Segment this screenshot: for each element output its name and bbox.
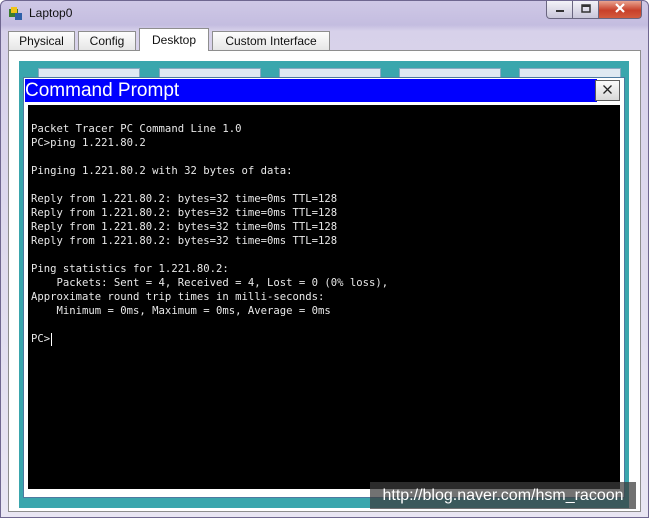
terminal-line: Reply from 1.221.80.2: bytes=32 time=0ms… (31, 221, 338, 233)
command-input-line[interactable]: PC> (31, 332, 388, 346)
blog-watermark: http://blog.naver.com/hsm_racoon (370, 482, 636, 509)
terminal-line: Pinging 1.221.80.2 with 32 bytes of data… (31, 165, 293, 177)
close-icon (602, 82, 613, 100)
terminal-line: Reply from 1.221.80.2: bytes=32 time=0ms… (31, 193, 338, 205)
terminal-line: Approximate round trip times in milli-se… (31, 291, 325, 303)
tab-physical[interactable]: Physical (8, 31, 75, 50)
close-icon (614, 1, 626, 19)
terminal-line: Minimum = 0ms, Maximum = 0ms, Average = … (31, 305, 331, 317)
command-prompt-close-button[interactable] (595, 80, 620, 101)
packet-tracer-icon (8, 6, 24, 22)
tab-config[interactable]: Config (78, 31, 136, 50)
terminal-line: Packet Tracer PC Command Line 1.0 (31, 123, 242, 135)
tab-bar: Physical Config Desktop Custom Interface (8, 28, 641, 51)
command-prompt-label: PC> (31, 333, 51, 345)
window-controls (546, 1, 642, 19)
tab-custom-interface[interactable]: Custom Interface (212, 31, 330, 50)
minimize-icon (555, 1, 565, 19)
command-prompt-window: Command Prompt Packet Tracer PC Command … (23, 77, 625, 498)
terminal-line: Ping statistics for 1.221.80.2: (31, 263, 229, 275)
close-button[interactable] (599, 1, 642, 19)
command-prompt-title-bar[interactable]: Command Prompt (25, 79, 597, 102)
text-cursor (51, 332, 53, 346)
title-bar[interactable]: Laptop0 (1, 1, 648, 27)
command-prompt-title: Command Prompt (25, 80, 180, 101)
window-title: Laptop0 (29, 6, 73, 20)
maximize-button[interactable] (573, 1, 599, 19)
terminal-lines: Packet Tracer PC Command Line 1.0 PC>pin… (31, 122, 388, 346)
maximize-icon (580, 1, 591, 19)
terminal-line: Reply from 1.221.80.2: bytes=32 time=0ms… (31, 207, 338, 219)
terminal-line: PC>ping 1.221.80.2 (31, 137, 146, 149)
tab-desktop[interactable]: Desktop (139, 28, 209, 51)
terminal-line: Reply from 1.221.80.2: bytes=32 time=0ms… (31, 235, 338, 247)
terminal-output[interactable]: Packet Tracer PC Command Line 1.0 PC>pin… (28, 105, 620, 489)
terminal-line: Packets: Sent = 4, Received = 4, Lost = … (31, 277, 389, 289)
minimize-button[interactable] (546, 1, 573, 19)
